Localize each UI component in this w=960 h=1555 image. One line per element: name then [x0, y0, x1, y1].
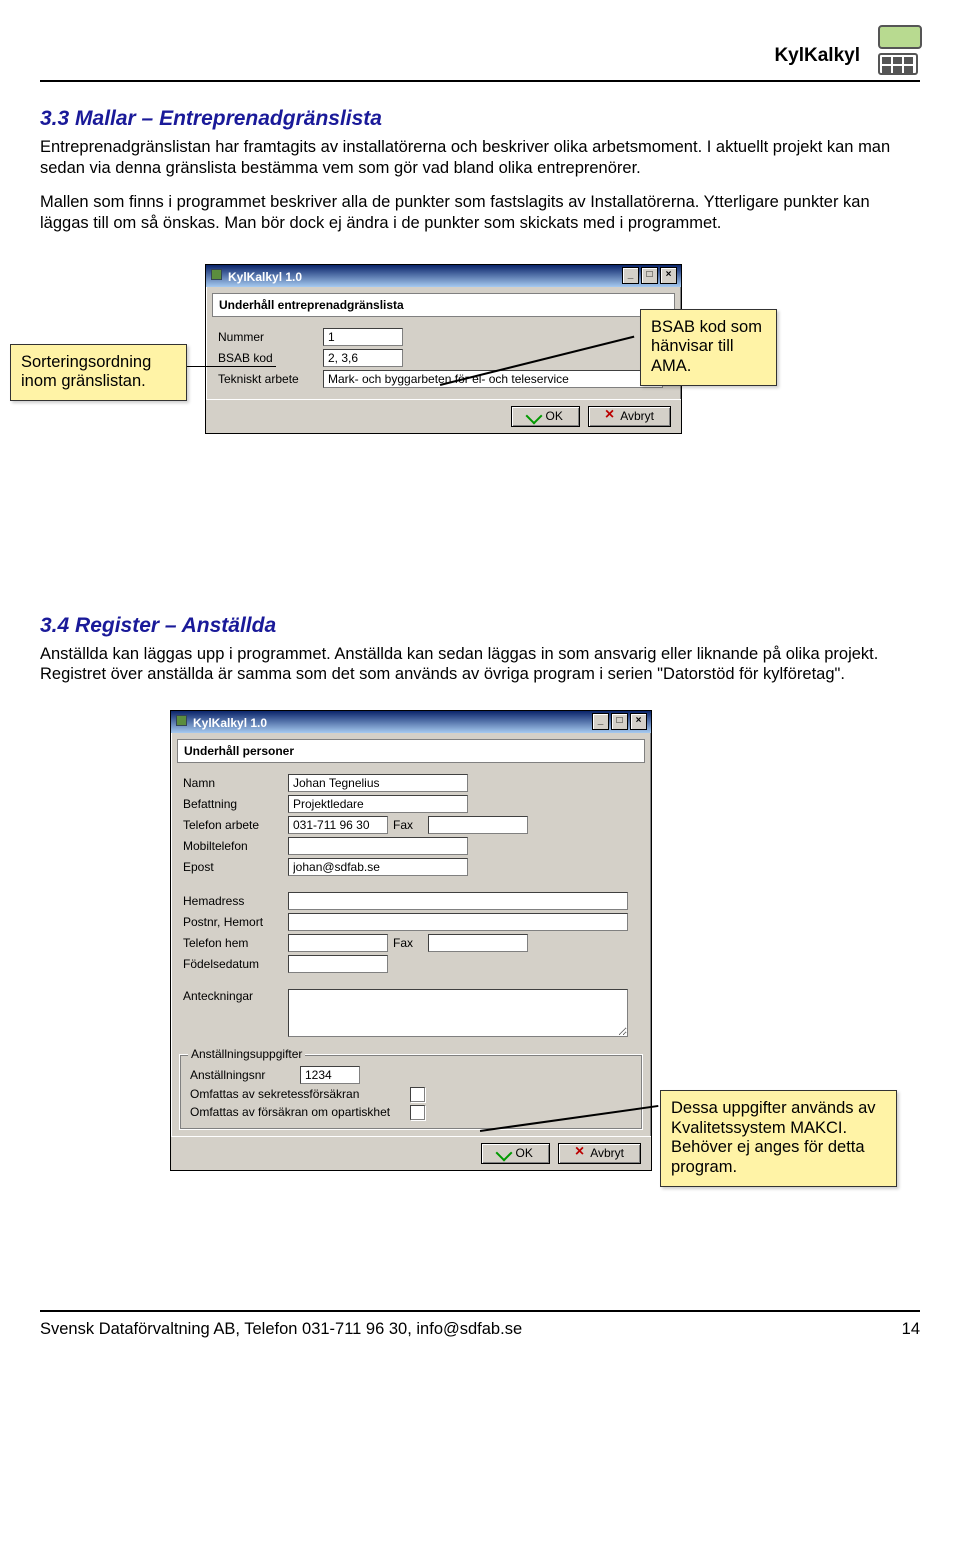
input-fodelsedatum[interactable]: [288, 955, 388, 973]
heading-3-3: 3.3 Mallar – Entreprenadgränslista: [40, 107, 920, 131]
input-tel-arbete[interactable]: [288, 816, 388, 834]
app-icon: [175, 714, 188, 727]
figure-3-4: KylKalkyl 1.0 _ □ × Underhåll personer N…: [40, 710, 920, 1270]
window-title: KylKalkyl 1.0: [228, 270, 302, 284]
label-mobil: Mobiltelefon: [183, 839, 288, 853]
para-3-3-2: Mallen som finns i programmet beskriver …: [40, 192, 920, 233]
close-button[interactable]: ×: [660, 267, 677, 284]
label-anteckningar: Anteckningar: [183, 989, 288, 1003]
ok-label: OK: [546, 409, 563, 423]
input-anteckningar[interactable]: [288, 989, 628, 1037]
dialog2-heading: Underhåll personer: [177, 739, 645, 763]
input-anstnr[interactable]: [300, 1066, 360, 1084]
cancel-button-2[interactable]: Avbryt: [558, 1143, 641, 1164]
minimize-button[interactable]: _: [592, 713, 609, 730]
page-header: KylKalkyl: [40, 20, 920, 82]
input-tel-hem[interactable]: [288, 934, 388, 952]
label-anstnr: Anställningsnr: [190, 1068, 300, 1082]
input-fax[interactable]: [428, 816, 528, 834]
doc-title: KylKalkyl: [774, 45, 860, 67]
checkbox-opartiskhet[interactable]: [410, 1105, 425, 1120]
ok-label: OK: [516, 1146, 533, 1160]
label-postnr: Postnr, Hemort: [183, 915, 288, 929]
cancel-label: Avbryt: [590, 1146, 624, 1160]
para-3-4-1: Anställda kan läggas upp i programmet. A…: [40, 644, 920, 685]
titlebar-2[interactable]: KylKalkyl 1.0 _ □ ×: [171, 711, 651, 733]
label-fax2: Fax: [388, 936, 428, 950]
para-3-3-1: Entreprenadgränslistan har framtagits av…: [40, 137, 920, 178]
input-postnr[interactable]: [288, 913, 628, 931]
callout-sort-order: Sorteringsordning inom gränslistan.: [10, 344, 187, 402]
page-number: 14: [902, 1320, 920, 1339]
label-opartiskhet: Omfattas av försäkran om opartiskhet: [190, 1105, 410, 1119]
titlebar[interactable]: KylKalkyl 1.0 _ □ ×: [206, 265, 681, 287]
label-tel-arbete: Telefon arbete: [183, 818, 288, 832]
input-nummer[interactable]: [323, 328, 403, 346]
label-bsab: BSAB kod: [218, 351, 323, 365]
dialog-personer: KylKalkyl 1.0 _ □ × Underhåll personer N…: [170, 710, 652, 1171]
window-title-2: KylKalkyl 1.0: [193, 716, 267, 730]
page-footer: Svensk Dataförvaltning AB, Telefon 031-7…: [40, 1310, 920, 1339]
checkbox-sekretess[interactable]: [410, 1087, 425, 1102]
input-namn[interactable]: [288, 774, 468, 792]
ok-button[interactable]: OK: [511, 406, 580, 427]
callout-makci: Dessa uppgifter används av Kvalitetssyst…: [660, 1090, 897, 1187]
ok-button-2[interactable]: OK: [481, 1143, 550, 1164]
cancel-label: Avbryt: [620, 409, 654, 423]
maximize-button[interactable]: □: [641, 267, 658, 284]
input-mobil[interactable]: [288, 837, 468, 855]
dialog-entreprenad: KylKalkyl 1.0 _ □ × Underhåll entreprena…: [205, 264, 682, 434]
input-epost[interactable]: [288, 858, 468, 876]
calculator-icon: [878, 25, 920, 73]
maximize-button[interactable]: □: [611, 713, 628, 730]
input-fax2[interactable]: [428, 934, 528, 952]
label-sekretess: Omfattas av sekretessförsäkran: [190, 1087, 410, 1101]
input-hemadress[interactable]: [288, 892, 628, 910]
label-fodelsedatum: Födelsedatum: [183, 957, 288, 971]
label-epost: Epost: [183, 860, 288, 874]
close-button[interactable]: ×: [630, 713, 647, 730]
minimize-button[interactable]: _: [622, 267, 639, 284]
label-tekniskt: Tekniskt arbete: [218, 372, 323, 386]
app-icon: [210, 268, 223, 281]
label-tel-hem: Telefon hem: [183, 936, 288, 950]
figure-3-3: Sorteringsordning inom gränslistan. BSAB…: [40, 264, 920, 574]
label-namn: Namn: [183, 776, 288, 790]
input-bsab[interactable]: [323, 349, 403, 367]
label-hemadress: Hemadress: [183, 894, 288, 908]
group-legend: Anställningsuppgifter: [188, 1047, 305, 1061]
footer-text: Svensk Dataförvaltning AB, Telefon 031-7…: [40, 1320, 522, 1339]
dialog-heading: Underhåll entreprenadgränslista: [212, 293, 675, 317]
cancel-button[interactable]: Avbryt: [588, 406, 671, 427]
callout-bsab: BSAB kod som hänvisar till AMA.: [640, 309, 777, 386]
input-befattning[interactable]: [288, 795, 468, 813]
label-befattning: Befattning: [183, 797, 288, 811]
heading-3-4: 3.4 Register – Anställda: [40, 614, 920, 638]
label-nummer: Nummer: [218, 330, 323, 344]
label-fax: Fax: [388, 818, 428, 832]
